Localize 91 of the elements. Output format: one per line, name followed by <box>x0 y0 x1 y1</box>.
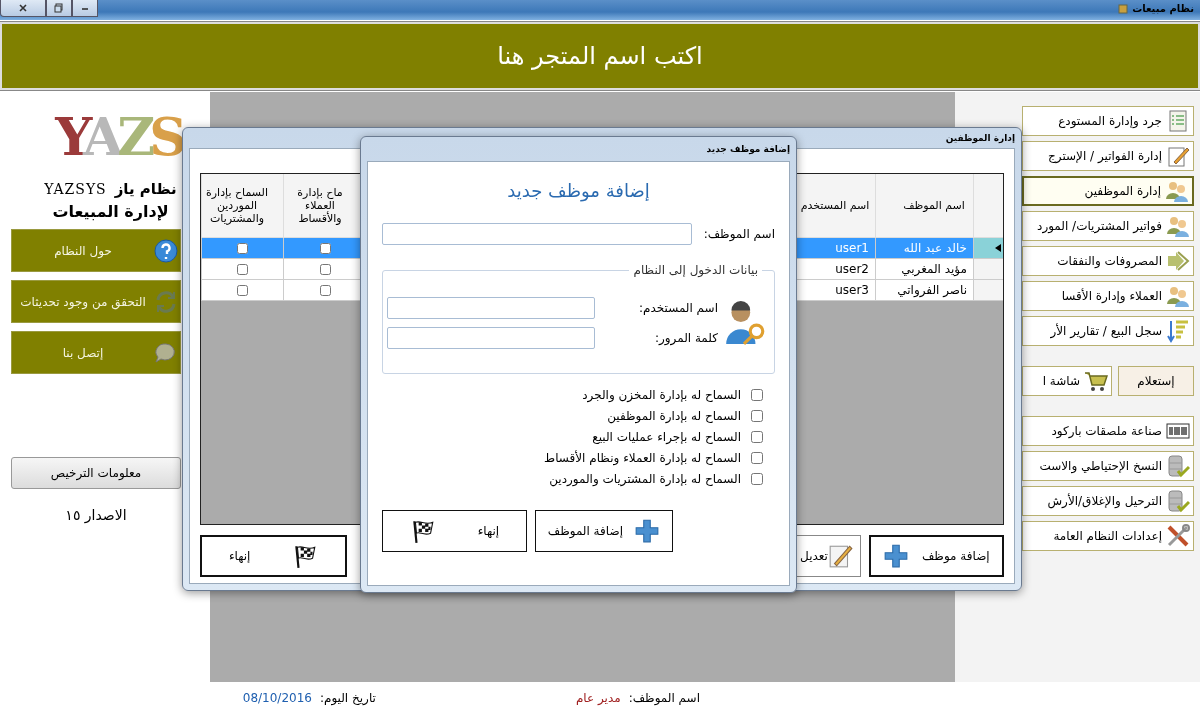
checkbox[interactable] <box>320 284 331 296</box>
date-label: تاريخ اليوم: <box>319 691 376 705</box>
close-button[interactable]: إنهاء <box>382 510 527 552</box>
checkbox[interactable] <box>751 452 763 464</box>
checkbox[interactable] <box>237 263 248 275</box>
menu-item[interactable]: سجل البيع / تقارير الأر <box>1022 316 1194 346</box>
close-button[interactable]: إنهاء <box>200 535 347 577</box>
report-bars-icon <box>1166 319 1190 343</box>
plus-icon <box>634 518 661 544</box>
side-menu-button[interactable]: إتصل بنا <box>11 331 181 374</box>
minimize-button[interactable] <box>72 0 98 17</box>
chat-bubble-icon <box>154 340 178 365</box>
checkbox-label: السماح له بإدارة الموظفين <box>607 409 741 423</box>
database-check-icon <box>1166 454 1190 478</box>
close-button[interactable] <box>0 0 46 17</box>
add-employee-button[interactable]: إضافة الموظف <box>535 510 673 552</box>
side-menu-button[interactable]: التحقق من وجود تحديثات <box>11 280 181 323</box>
menu-item[interactable]: صناعة ملصقات باركود <box>1022 416 1194 446</box>
date-value: 08/10/2016 <box>242 691 312 705</box>
employee-name-field[interactable] <box>382 223 692 245</box>
row-header[interactable] <box>973 238 1003 259</box>
double-arrow-icon <box>1166 249 1190 273</box>
window-title: نظام مبيعات <box>1132 3 1194 14</box>
menu-item[interactable]: النسخ الإحتياطي والاست <box>1022 451 1194 481</box>
store-name: اكتب اسم المتجر هنا <box>497 42 703 70</box>
checkbox-label: السماح له بإدارة المشتريات والموردين <box>549 472 741 486</box>
people-icon <box>1165 179 1189 203</box>
checkbox[interactable] <box>237 284 248 296</box>
menu-item[interactable]: شاشة ا <box>1022 366 1112 396</box>
menu-item[interactable]: إستعلام <box>1118 366 1194 396</box>
restore-icon <box>54 3 64 13</box>
menu-item[interactable]: الترحيل والإغلاق/الأرش <box>1022 486 1194 516</box>
dialog-heading: إضافة موظف جديد <box>506 180 651 201</box>
group-title: بيانات الدخول إلى النظام <box>629 263 762 277</box>
checkbox[interactable] <box>320 242 331 254</box>
table-cell: مؤيد المغربي <box>875 259 973 280</box>
menu-item[interactable]: جرد وإدارة المستودع <box>1022 106 1194 136</box>
database-check-icon <box>1166 489 1190 513</box>
menu-item[interactable]: إعدادات النظام العامة <box>1022 521 1194 551</box>
menu-item[interactable]: المصروفات والنفقات <box>1022 246 1194 276</box>
logo: YAZS <box>55 105 181 169</box>
brand-name: نظام ياز <box>114 180 177 198</box>
checkbox[interactable] <box>751 431 763 443</box>
table-cell: خالد عبد الله <box>875 238 973 259</box>
checkbox[interactable] <box>751 410 763 422</box>
checklist-icon <box>1166 109 1190 133</box>
current-row-icon <box>995 244 1001 252</box>
menu-item[interactable]: إدارة الموظفين <box>1022 176 1194 206</box>
dialog-title: إضافة موظف جديد <box>706 144 790 154</box>
side-menu-button[interactable]: حول النظام <box>11 229 181 272</box>
menu-item[interactable]: العملاء وإدارة الأقسا <box>1022 281 1194 311</box>
tools-icon <box>1166 524 1190 548</box>
checkbox[interactable] <box>320 263 331 275</box>
checkbox[interactable] <box>751 473 763 485</box>
license-info-button[interactable]: معلومات الترخيص <box>11 457 181 489</box>
checkbox-label: السماح له بإجراء عمليات البيع <box>592 430 741 444</box>
brand-name-latin: YAZSYS <box>44 181 107 197</box>
checkbox[interactable] <box>237 242 248 254</box>
cart-icon <box>1084 369 1108 393</box>
version-label: الاصدار ١٥ <box>64 507 128 523</box>
employees-window-title: إدارة الموظفين <box>945 133 1015 143</box>
brand-tagline: لإدارة المبيعات <box>51 202 170 221</box>
field-label: كلمة المرور: <box>654 331 718 345</box>
password-field[interactable] <box>387 327 595 349</box>
plus-icon <box>883 543 910 569</box>
field-label: اسم الموظف: <box>703 227 775 241</box>
employee-value: مدير عام <box>575 691 621 705</box>
people-icon <box>1166 214 1190 238</box>
employee-label: اسم الموظف: <box>628 691 700 705</box>
menu-item[interactable]: فواتير المشتريات/ المورد <box>1022 211 1194 241</box>
menu-item[interactable]: إدارة الفواتير / الإسترج <box>1022 141 1194 171</box>
table-cell: ناصر الفرواتي <box>875 280 973 301</box>
help-icon <box>154 238 178 263</box>
people-icon <box>1166 284 1190 308</box>
row-header-corner <box>973 174 1003 238</box>
refresh-icon <box>154 289 178 314</box>
close-icon <box>18 3 28 13</box>
checkbox[interactable] <box>751 389 763 401</box>
restore-button[interactable] <box>46 0 72 17</box>
pencil-note-icon <box>1166 144 1190 168</box>
username-field[interactable] <box>387 297 595 319</box>
column-header: السماح بإدارة الموردين والمشتريات <box>201 174 283 238</box>
field-label: اسم المستخدم: <box>639 301 718 315</box>
checkbox-label: السماح له بإدارة المخزن والجرد <box>582 388 741 402</box>
add-employee-button[interactable]: إضافة موظف <box>869 535 1004 577</box>
checkered-flag-icon <box>292 543 319 569</box>
user-key-icon <box>724 300 766 346</box>
checkbox-label: السماح له بإدارة العملاء ونظام الأقساط <box>544 451 741 465</box>
app-icon <box>1118 3 1129 14</box>
column-header: اسم الموظف <box>875 174 973 238</box>
pencil-icon <box>827 543 854 569</box>
